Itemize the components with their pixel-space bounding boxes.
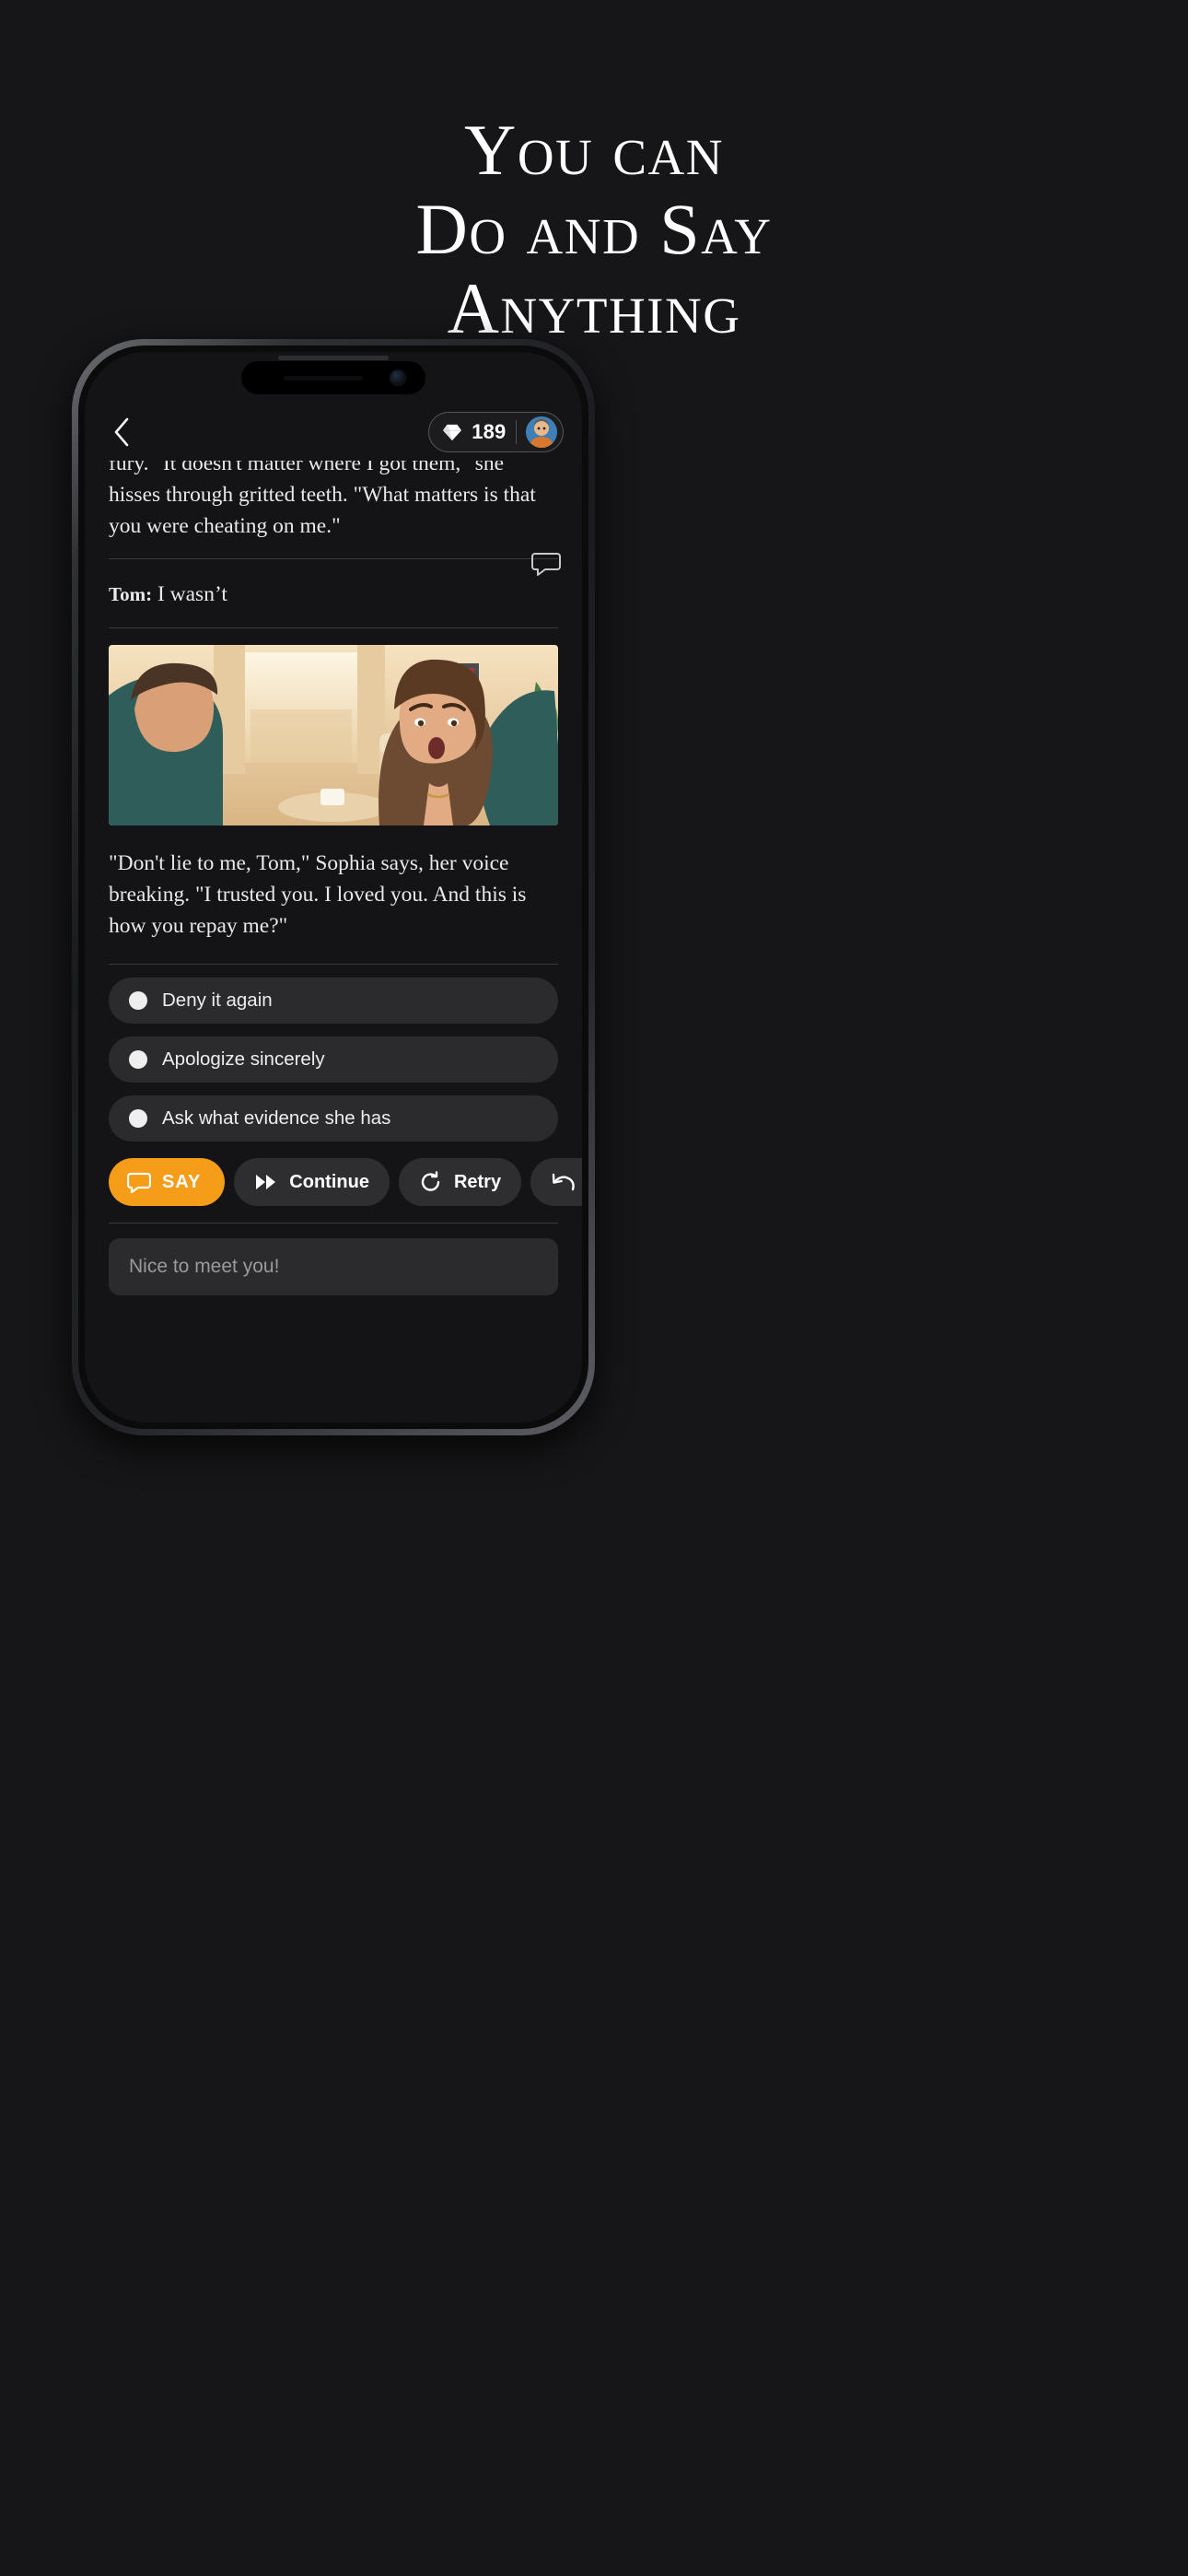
headline-line-3: Anything [447, 268, 741, 348]
undo-arrow-icon [552, 1173, 575, 1191]
message-input[interactable]: Nice to meet you! [109, 1238, 558, 1295]
promo-headline: You can Do and Say Anything [0, 111, 1188, 348]
refresh-icon [421, 1171, 440, 1191]
radio-icon [129, 991, 147, 1010]
phone-mockup: 189 fury. "It doesn't matter where I got… [72, 339, 595, 1435]
promo-screenshot: You can Do and Say Anything 189 fury. "I… [0, 0, 1188, 2576]
app-root: 189 fury. "It doesn't matter where I got… [85, 352, 582, 1423]
divider [515, 420, 517, 444]
phone-screen: 189 fury. "It doesn't matter where I got… [85, 352, 582, 1423]
retry-button[interactable]: Retry [398, 1158, 522, 1206]
choice-option[interactable]: Apologize sincerely [109, 1036, 558, 1083]
choice-option[interactable]: Deny it again [109, 978, 558, 1024]
back-button[interactable] [103, 414, 140, 451]
narration-text: fury. "It doesn't matter where I got the… [109, 461, 536, 538]
earpiece-speaker [278, 356, 389, 360]
choice-list: Deny it again Apologize sincerely Ask wh… [85, 965, 582, 1142]
speech-bubble-icon[interactable] [530, 546, 562, 578]
radio-icon [129, 1109, 147, 1128]
divider [109, 627, 558, 628]
notch-speaker [284, 376, 363, 381]
action-label: Retry [453, 1171, 502, 1192]
reply-speaker: Tom: [109, 583, 153, 605]
fast-forward-icon [256, 1175, 276, 1189]
action-label: SAY [162, 1171, 202, 1192]
continue-button[interactable]: Continue [234, 1158, 390, 1206]
phone-notch [241, 361, 425, 394]
undo-button[interactable]: Undo [530, 1158, 582, 1206]
choice-label: Apologize sincerely [162, 1048, 325, 1070]
phone-bezel: 189 fury. "It doesn't matter where I got… [78, 345, 588, 1429]
reply-body: I wasn’t [157, 582, 227, 606]
speech-bubble-icon [127, 1172, 151, 1193]
choice-label: Ask what evidence she has [162, 1107, 391, 1129]
composer: Nice to meet you! [85, 1224, 582, 1295]
gem-counter[interactable]: 189 [428, 412, 564, 452]
front-camera-icon [390, 370, 405, 385]
radio-icon [129, 1050, 147, 1069]
scene-narration-text: "Don't lie to me, Tom," Sophia says, her… [109, 851, 527, 938]
story-feed[interactable]: fury. "It doesn't matter where I got the… [85, 461, 582, 1423]
headline-line-1: You can [464, 110, 724, 190]
say-button[interactable]: SAY [109, 1158, 226, 1206]
action-bar: SAY Continue Retry [85, 1154, 582, 1206]
message-input-placeholder: Nice to meet you! [129, 1256, 280, 1277]
choice-label: Deny it again [162, 989, 273, 1011]
action-label: Continue [289, 1171, 369, 1192]
avatar[interactable] [526, 416, 557, 448]
scene-illustration-image [109, 645, 558, 825]
app-topbar: 189 [85, 404, 582, 461]
user-avatar-icon [526, 416, 557, 448]
choice-option[interactable]: Ask what evidence she has [109, 1095, 558, 1142]
narration-block: fury. "It doesn't matter where I got the… [85, 461, 582, 542]
chevron-left-icon [114, 417, 129, 447]
headline-line-2: Do and Say [415, 189, 773, 269]
gem-count-label: 189 [472, 420, 507, 443]
scene-illustration [109, 645, 558, 825]
user-reply-row: Tom: I wasn’t [85, 553, 582, 627]
diamond-icon [443, 424, 462, 441]
reply-text: Tom: I wasn’t [109, 580, 558, 609]
